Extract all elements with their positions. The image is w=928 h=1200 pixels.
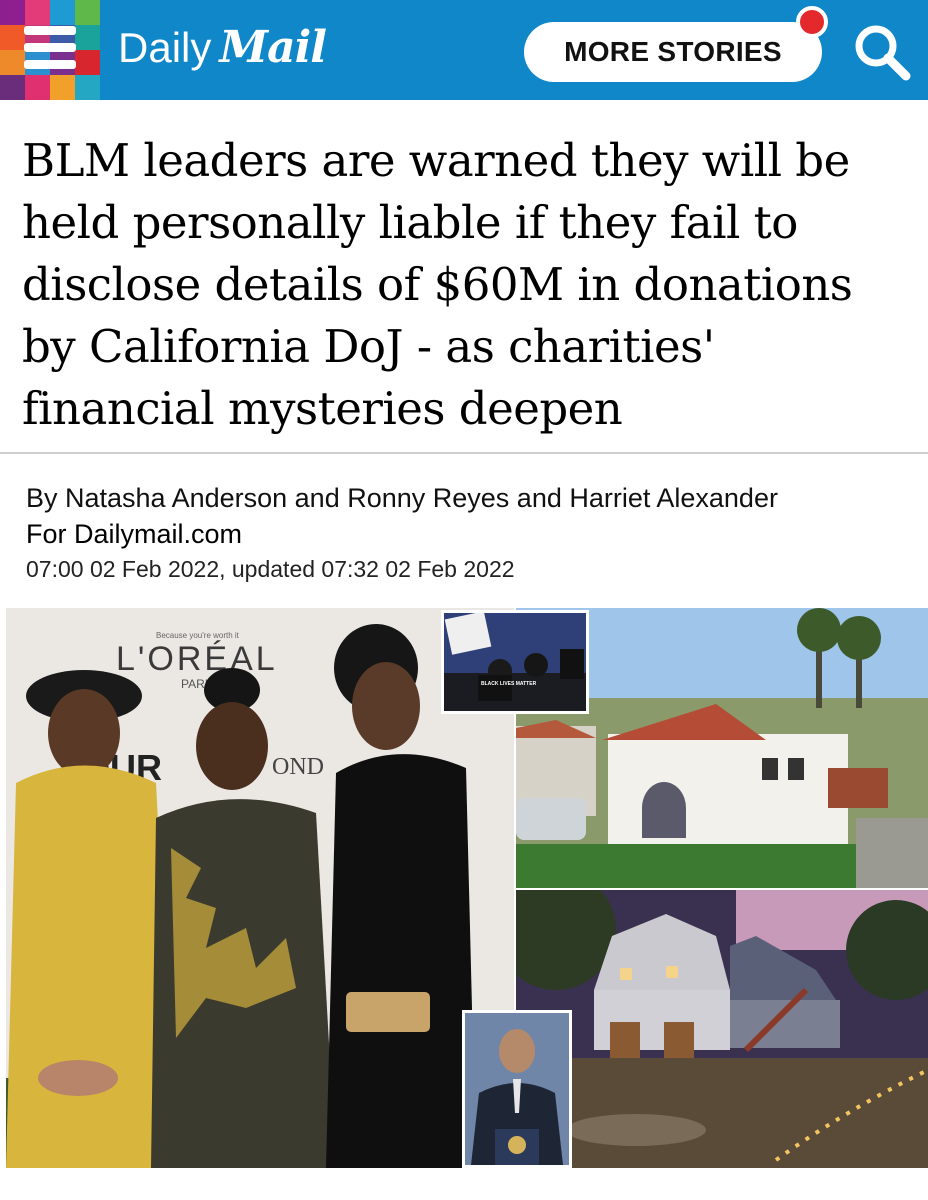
byline-outlet: For Dailymail.com bbox=[26, 519, 243, 549]
dailymail-logo[interactable]: Daily Mail bbox=[118, 22, 327, 78]
backdrop-fragment: OND bbox=[272, 754, 324, 780]
official-inset-photo bbox=[462, 1010, 572, 1168]
protest-sign-text: BLACK LIVES MATTER bbox=[481, 681, 537, 687]
divider bbox=[0, 452, 928, 454]
publish-date: 07:00 02 Feb 2022, updated 07:32 02 Feb … bbox=[26, 556, 515, 582]
more-stories-button[interactable]: MORE STORIES bbox=[524, 22, 822, 82]
house-photo-2 bbox=[516, 890, 928, 1168]
backdrop-brand: L'ORÉAL bbox=[116, 640, 278, 678]
article-photo-collage[interactable]: Because you're worth it L'ORÉAL PARIS OU… bbox=[0, 608, 928, 1168]
byline-authors[interactable]: By Natasha Anderson and Ronny Reyes and … bbox=[26, 480, 906, 516]
backdrop-tagline: Because you're worth it bbox=[156, 631, 240, 640]
search-icon[interactable] bbox=[850, 20, 914, 84]
red-carpet-photo: Because you're worth it L'ORÉAL PARIS OU… bbox=[6, 608, 514, 1168]
top-nav-bar: Daily Mail MORE STORIES bbox=[0, 0, 928, 100]
menu-icon[interactable] bbox=[24, 26, 76, 72]
article-headline: BLM leaders are warned they will be held… bbox=[22, 134, 853, 435]
logo-mail-text: Mail bbox=[219, 22, 327, 73]
logo-daily-text: Daily bbox=[118, 24, 212, 71]
protest-inset-photo: BLACK LIVES MATTER bbox=[441, 610, 589, 714]
byline: By Natasha Anderson and Ronny Reyes and … bbox=[26, 480, 906, 552]
notification-dot-icon bbox=[796, 6, 828, 38]
